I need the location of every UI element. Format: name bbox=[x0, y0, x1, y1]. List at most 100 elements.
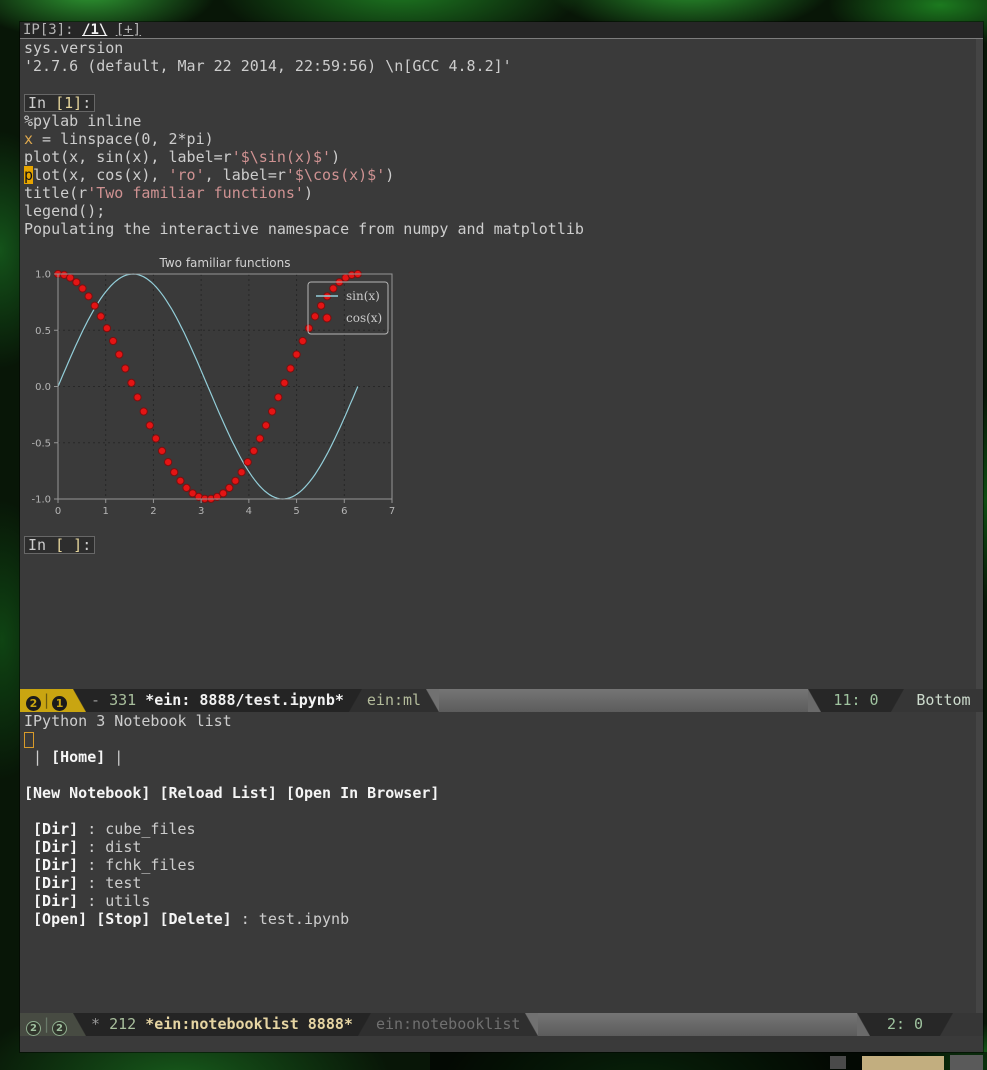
buffer-line: Populating the interactive namespace fro… bbox=[20, 220, 983, 238]
open-button[interactable]: [Open] bbox=[33, 910, 87, 928]
dir-button[interactable]: [Dir] bbox=[33, 820, 78, 838]
badge-divider: | bbox=[41, 691, 52, 709]
powerline-separator-icon bbox=[358, 1013, 371, 1036]
powerline-separator-icon bbox=[525, 1013, 538, 1036]
text-run: IPython 3 Notebook list bbox=[24, 712, 232, 730]
buffer-status: - bbox=[91, 691, 100, 709]
text-run bbox=[24, 910, 33, 928]
dir-button[interactable]: [Dir] bbox=[33, 874, 78, 892]
scroll-position: Bottom bbox=[916, 691, 970, 709]
stop-button[interactable]: [Stop] bbox=[96, 910, 150, 928]
modeline-active: 2|1 - 331 *ein: 8888/test.ipynb* ein:ml … bbox=[20, 689, 983, 712]
text-run: 'ro' bbox=[169, 166, 205, 184]
scrollbar[interactable] bbox=[976, 39, 983, 689]
dir-button[interactable]: [Dir] bbox=[33, 838, 78, 856]
buffer-name[interactable]: *ein: 8888/test.ipynb* bbox=[145, 691, 344, 709]
scrollbar[interactable] bbox=[976, 712, 983, 1013]
text-run: '2.7.6 (default, Mar 22 2014, 22:59:56) … bbox=[24, 57, 512, 75]
cursor-position: 2: 0 bbox=[887, 1015, 923, 1033]
taskbar-item[interactable] bbox=[950, 1055, 983, 1070]
svg-text:5: 5 bbox=[293, 506, 299, 517]
text-run: [ ] bbox=[55, 536, 82, 554]
buffer-status: * bbox=[91, 1015, 100, 1033]
badge-divider: | bbox=[41, 1015, 52, 1033]
text-run: : fchk_files bbox=[78, 856, 195, 874]
svg-text:0: 0 bbox=[55, 506, 61, 517]
notebooklist-buffer-text: IPython 3 Notebook list | [Home] | [New N… bbox=[20, 712, 983, 928]
taskbar-item[interactable] bbox=[830, 1056, 846, 1069]
notebook-window: sys.version'2.7.6 (default, Mar 22 2014,… bbox=[20, 39, 983, 689]
home-button[interactable]: [Home] bbox=[51, 748, 105, 766]
text-run bbox=[24, 874, 33, 892]
buffer-line: IPython 3 Notebook list bbox=[20, 712, 983, 730]
window-number-badge-icon: 2 bbox=[52, 1021, 67, 1036]
text-run: In bbox=[28, 536, 55, 554]
open-in-browser-button[interactable]: [Open In Browser] bbox=[286, 784, 440, 802]
delete-button[interactable]: [Delete] bbox=[159, 910, 231, 928]
text-run bbox=[24, 820, 33, 838]
tab-bar-prefix: IP[3]: bbox=[23, 22, 82, 38]
taskbar-item[interactable] bbox=[862, 1056, 944, 1070]
svg-text:1: 1 bbox=[103, 506, 109, 517]
notebook-tab[interactable]: /1\ bbox=[82, 22, 107, 38]
buffer-line bbox=[20, 802, 983, 820]
text-run: Populating the interactive namespace fro… bbox=[24, 220, 584, 238]
buffer-line: plot(x, sin(x), label=r'$\sin(x)$') bbox=[20, 148, 983, 166]
svg-text:cos(x): cos(x) bbox=[346, 311, 382, 325]
emacs-frame: IP[3]: /1\ [+] sys.version'2.7.6 (defaul… bbox=[20, 22, 983, 1052]
major-mode[interactable]: ein:ml bbox=[367, 691, 421, 709]
new-notebook-button[interactable]: [New Notebook] bbox=[24, 784, 150, 802]
dir-button[interactable]: [Dir] bbox=[33, 892, 78, 910]
powerline-separator-icon bbox=[940, 1013, 953, 1036]
dir-button[interactable]: [Dir] bbox=[33, 856, 78, 874]
text-run: : bbox=[82, 536, 91, 554]
text-run: '$\sin(x)$' bbox=[232, 148, 331, 166]
svg-text:-0.5: -0.5 bbox=[31, 438, 51, 449]
text-run: sys.version bbox=[24, 39, 123, 57]
window-number-badges: 2|2 bbox=[20, 1013, 73, 1036]
text-run: : cube_files bbox=[78, 820, 195, 838]
svg-text:-1.0: -1.0 bbox=[31, 495, 51, 506]
notebook-tab-bar: IP[3]: /1\ [+] bbox=[20, 22, 983, 39]
notebooklist-window: IPython 3 Notebook list | [Home] | [New N… bbox=[20, 712, 983, 1013]
powerline-separator-icon bbox=[349, 689, 362, 712]
input-prompt: In [1]: bbox=[24, 94, 95, 112]
line-number: 331 bbox=[109, 691, 136, 709]
reload-list-button[interactable]: [Reload List] bbox=[159, 784, 276, 802]
svg-text:0.5: 0.5 bbox=[35, 326, 51, 337]
buffer-line: | [Home] | bbox=[20, 748, 983, 766]
text-run: lot(x, cos(x), bbox=[33, 166, 168, 184]
major-mode[interactable]: ein:notebooklist bbox=[376, 1015, 521, 1033]
buffer-line: [Dir] : dist bbox=[20, 838, 983, 856]
powerline-separator-icon bbox=[808, 689, 821, 712]
powerline-separator-icon bbox=[73, 1013, 86, 1036]
window-number-badge-icon: 1 bbox=[52, 696, 67, 711]
buffer-line: '2.7.6 (default, Mar 22 2014, 22:59:56) … bbox=[20, 57, 983, 75]
buffer-line bbox=[20, 75, 983, 93]
powerline-separator-icon bbox=[891, 689, 904, 712]
svg-text:3: 3 bbox=[198, 506, 204, 517]
svg-text:Two familiar functions: Two familiar functions bbox=[159, 256, 291, 270]
buffer-line: [Open] [Stop] [Delete] : test.ipynb bbox=[20, 910, 983, 928]
text-run: ) bbox=[331, 148, 340, 166]
buffer-line: sys.version bbox=[20, 39, 983, 57]
text-run: [1] bbox=[55, 94, 82, 112]
text-run bbox=[277, 784, 286, 802]
svg-text:6: 6 bbox=[341, 506, 347, 517]
buffer-name[interactable]: *ein:notebooklist 8888* bbox=[145, 1015, 353, 1033]
text-run: %pylab inline bbox=[24, 112, 141, 130]
new-tab-button[interactable]: [+] bbox=[116, 22, 141, 38]
buffer-line: [Dir] : utils bbox=[20, 892, 983, 910]
text-run: x bbox=[24, 130, 33, 148]
buffer-line: [Dir] : test bbox=[20, 874, 983, 892]
buffer-line: In [ ]: bbox=[20, 535, 983, 554]
modeline-inactive: 2|2 * 212 *ein:notebooklist 8888* ein:no… bbox=[20, 1013, 983, 1036]
text-run: | bbox=[24, 748, 51, 766]
text-run: : dist bbox=[78, 838, 141, 856]
text-run: In bbox=[28, 94, 55, 112]
buffer-line: x = linspace(0, 2*pi) bbox=[20, 130, 983, 148]
input-prompt: In [ ]: bbox=[24, 536, 95, 554]
text-run: = linspace(0, 2*pi) bbox=[33, 130, 214, 148]
buffer-line: %pylab inline bbox=[20, 112, 983, 130]
minibuffer[interactable] bbox=[20, 1036, 983, 1052]
